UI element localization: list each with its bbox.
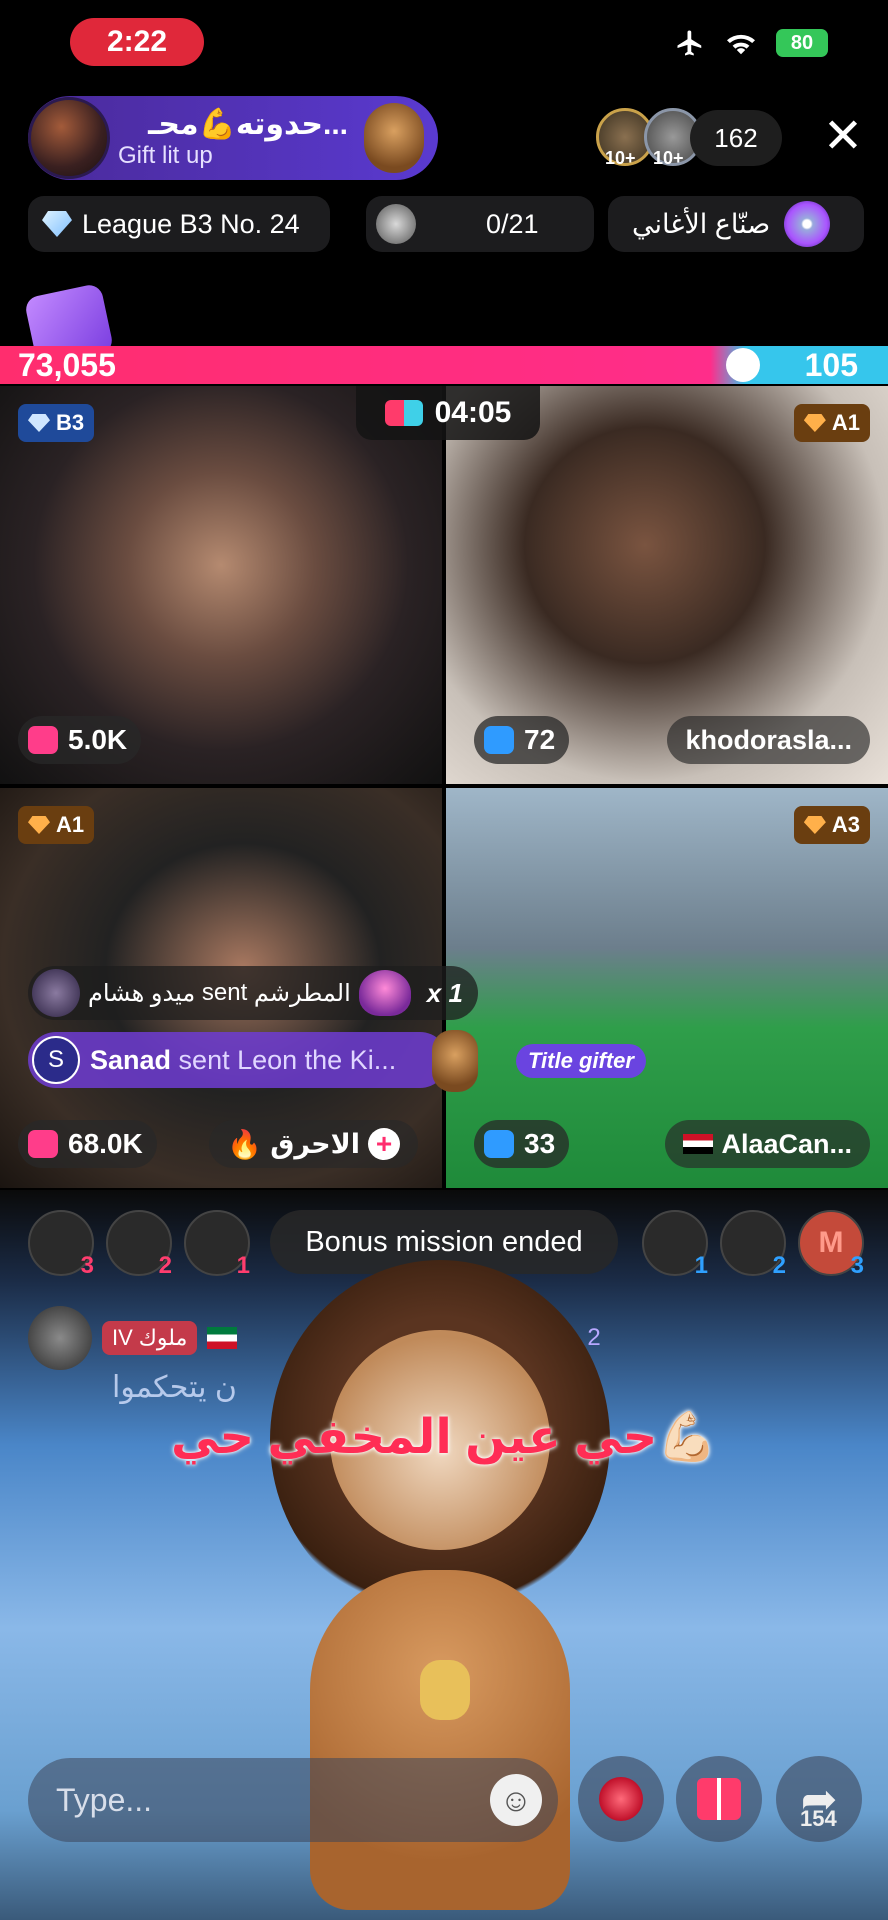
gifter-avatar[interactable]: 1 (642, 1210, 708, 1279)
gem-icon (28, 816, 50, 834)
follow-plus-button[interactable]: + (368, 1128, 400, 1160)
viewer-count[interactable]: 162 (690, 110, 782, 166)
camera-icon (28, 1130, 58, 1158)
comment-text: ن يتحكموا (112, 1371, 237, 1404)
lion-body (310, 1570, 570, 1910)
battery-indicator: 80 (776, 29, 828, 57)
close-button[interactable]: ✕ (816, 110, 870, 164)
sender-avatar: S (32, 1036, 80, 1084)
gem-icon (803, 414, 826, 432)
heart-gift-icon (358, 970, 411, 1016)
gift-button[interactable] (676, 1756, 762, 1842)
score-pill: 68.0K (18, 1120, 157, 1168)
host-profile-pill[interactable]: حدوته💪محـ... Gift lit up (28, 96, 438, 180)
goat-icon (376, 204, 416, 244)
status-time: 2:22 (70, 18, 204, 66)
share-count: 154 (800, 1806, 837, 1831)
rose-icon (599, 1777, 643, 1821)
host-avatar[interactable] (28, 97, 110, 179)
right-team-score: 105 (804, 347, 858, 383)
left-top-gifters[interactable]: 3 2 1 (28, 1210, 250, 1279)
host-name: حدوته💪محـ... (148, 107, 348, 141)
smiley-icon: ☺ (499, 1781, 533, 1818)
guest-video-tile-1[interactable]: B3 5.0K (0, 386, 442, 784)
gifter-avatar[interactable]: M3 (798, 1210, 864, 1279)
lion-gift-icon (364, 103, 424, 173)
guest-video-tile-4[interactable]: A3 33 AlaaCan... (446, 788, 888, 1188)
guest-name-pill[interactable]: 🔥 الاحرق + (209, 1120, 418, 1168)
battle-bar-knob (726, 348, 760, 382)
gifter-avatar[interactable]: 3 (28, 1210, 94, 1279)
gem-icon (803, 816, 826, 834)
gifter-avatar[interactable]: 2 (720, 1210, 786, 1279)
status-bar: 2:22 80 (0, 0, 888, 90)
rose-gift-button[interactable] (578, 1756, 664, 1842)
score-pill: 72 (474, 716, 570, 764)
boxing-gloves-icon (384, 400, 423, 426)
gifter-avatar[interactable]: 2 (106, 1210, 172, 1279)
camera-icon (28, 726, 58, 754)
lion-gift-icon (432, 1030, 478, 1092)
guest-name-pill[interactable]: khodorasla... (667, 716, 870, 764)
level-badge: IV ملوك (102, 1321, 198, 1355)
league-chip[interactable]: League B3 No. 24 (28, 196, 330, 252)
rank-badge: B3 (18, 404, 95, 442)
score-pill: 5.0K (18, 716, 142, 764)
iraq-flag-icon (683, 1134, 714, 1154)
league-label: League B3 No. 24 (82, 208, 300, 239)
fire-icon: 🔥 (227, 1128, 263, 1160)
right-top-gifters[interactable]: 1 2 M3 (642, 1210, 864, 1279)
battle-timer: 04:05 (356, 386, 540, 440)
rank-badge: A3 (793, 806, 870, 844)
title-gifter-badge: Title gifter (516, 1044, 646, 1078)
left-team-score: 73,055 (18, 347, 116, 383)
gift-notification: ميدو هشام sent المطرشم x 1 (28, 966, 478, 1020)
songs-chip[interactable]: صنّاع الأغاني (608, 196, 864, 252)
camera-icon (484, 726, 514, 754)
airplane-icon (677, 30, 702, 56)
goal-progress: 0/21 (486, 208, 539, 239)
viewer-badge: 10+ (653, 148, 684, 168)
wifi-icon (727, 34, 755, 55)
sender-avatar (32, 969, 80, 1017)
disc-icon (784, 201, 831, 247)
diamond-icon (42, 211, 72, 237)
top-viewers[interactable]: 10+ 10+ (596, 108, 702, 168)
gem-icon (28, 414, 50, 432)
viewer-badge: 10+ (605, 148, 636, 168)
guest-name-pill[interactable]: AlaaCan... (665, 1120, 870, 1168)
score-pill: 33 (474, 1120, 570, 1168)
goal-chip[interactable]: 0/21 (366, 196, 594, 252)
gift-notification: S Sanad sent Leon the Ki... (28, 1032, 448, 1088)
gift-caption: حي عين المخفي حي💪🏻 (170, 1411, 718, 1464)
status-icons: 80 (674, 28, 828, 58)
rank-badge: A1 (793, 404, 870, 442)
guest-video-tile-2[interactable]: A1 72 khodorasla... (446, 386, 888, 784)
gift-icon (697, 1778, 741, 1820)
songs-label: صنّاع الأغاني (632, 208, 771, 239)
host-subtitle: Gift lit up (118, 141, 213, 169)
comment-input[interactable]: Type... (28, 1758, 558, 1842)
close-icon: ✕ (822, 110, 864, 163)
camera-icon (484, 1130, 514, 1158)
rank-badge: A1 (18, 806, 95, 844)
emoji-button[interactable]: ☺ (490, 1774, 542, 1826)
tiktok-pendant-icon (420, 1660, 470, 1720)
commenter-avatar[interactable] (28, 1306, 92, 1370)
